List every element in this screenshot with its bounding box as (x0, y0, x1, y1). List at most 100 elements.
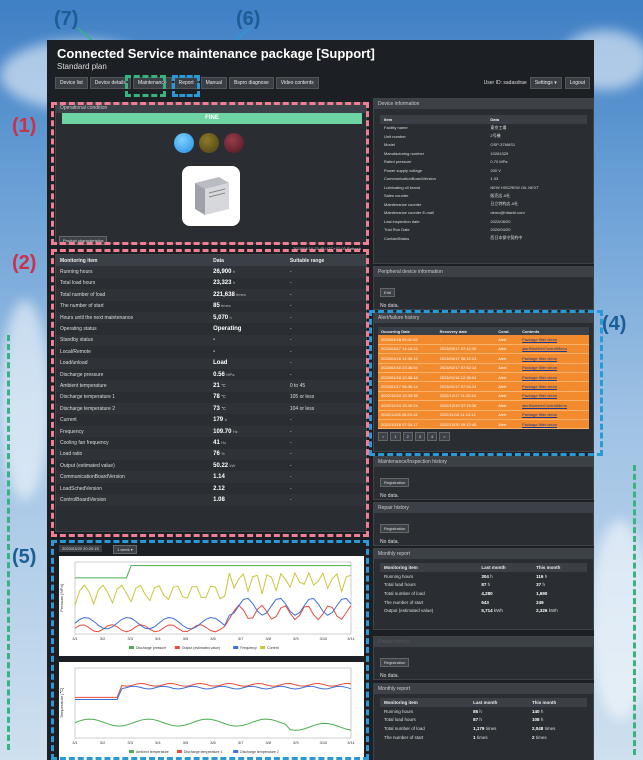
edit-button[interactable]: Edit (380, 288, 395, 297)
this-month: 249 (532, 598, 587, 607)
no-data-text: No data. (380, 539, 399, 545)
device-item: Lubricating oil brand (384, 184, 421, 190)
device-value: 2022/08/20 (490, 218, 511, 224)
column-header: Item (380, 115, 487, 124)
table-row: The number of start 643 249 (380, 598, 587, 607)
device-item: Maintenance counter (384, 201, 422, 207)
device-value: 200 V (490, 167, 501, 173)
table-row: Total number of load 1,179 times 2,048 tim… (380, 724, 587, 733)
device-item: ContactStatus (384, 235, 410, 241)
device-value: 東京工場 (490, 124, 507, 130)
repair-history-panel: Repair history Registration No data. (373, 502, 594, 546)
highlight-frame-2 (51, 249, 369, 537)
value: 304 (481, 573, 489, 579)
maintenance-history-panel: Maintenance/Inspection history Registrat… (373, 456, 594, 500)
value: 1 (473, 734, 476, 740)
device-item: Manufacturing number (384, 150, 425, 156)
device-information-table: Item Data Facility name 東京工場 Unit number 2号… (380, 115, 587, 243)
registration-button[interactable]: Registration (380, 658, 410, 667)
device-value: 販売店 A社 (490, 192, 511, 198)
last-month: 643 (477, 598, 532, 607)
no-data-text: No data. (380, 303, 399, 309)
tab-device-list[interactable]: Device list (55, 77, 88, 89)
table-row: Manufacturing number 10261329 (380, 149, 587, 158)
device-value: 2020/04/20 (490, 227, 511, 233)
device-value: OSP-37M6S1 (490, 142, 516, 148)
monthly-report-panel: Monthly report Monitoring item Last mont… (373, 548, 594, 630)
callout-4: (4) (602, 313, 627, 335)
tab-video-contents[interactable]: Video contents (275, 77, 319, 89)
value: 87 (473, 717, 479, 723)
panel-header: Maintenance/Inspection history (374, 457, 593, 467)
panel-header: Device information (374, 99, 593, 109)
registration-button[interactable]: Registration (380, 478, 410, 487)
table-row: Output (estimated value) 5,714 kWh 2,326 k… (380, 606, 587, 615)
repair-history-panel-duplicate: Repair history Registration No data. (373, 636, 594, 680)
device-information-panel: Device information Item Data Facility na… (373, 98, 594, 264)
plan-label: Standard plan (57, 62, 107, 71)
user-id-label: User ID: sadasdrae (483, 80, 527, 86)
monthly-report-panel: Monthly report Monitoring item Last mont… (373, 683, 594, 760)
value: 1,690 (536, 590, 548, 596)
this-month: 1,690 (532, 589, 587, 598)
last-month: 1 times (469, 733, 528, 742)
report-item: Running hours (384, 573, 414, 579)
logout-button[interactable]: Logout (564, 77, 590, 89)
highlight-frame-4 (369, 310, 603, 456)
highlight-frame-6 (172, 75, 200, 97)
column-header: Monitoring item (380, 563, 478, 572)
highlight-frame-1 (51, 102, 369, 245)
value: 249 (536, 599, 544, 605)
table-row: Running hours 85 h 140 h (380, 707, 587, 716)
panel-header: Monthly report (374, 684, 593, 694)
device-value: 西日本保守契約中 (490, 235, 523, 241)
table-row: Total number of load 4,280 1,690 (380, 589, 587, 598)
device-item: Power supply voltage (384, 167, 423, 173)
user-bar: User ID: sadasdrae Settings ▾ Logout (484, 77, 590, 89)
value: 2 (532, 734, 535, 740)
device-value: 1.03 (490, 176, 499, 182)
table-row: Model OSP-37M6S1 (380, 141, 587, 150)
column-header: Last month (469, 698, 529, 707)
tab-bspro-diagnose[interactable]: Bspro diagnose (229, 77, 274, 89)
last-month: 5,714 kWh (477, 606, 532, 615)
column-header: This month (528, 698, 587, 707)
callout-2: (2) (12, 252, 37, 274)
this-month: 2,326 kWh (532, 606, 587, 615)
monthly-report-table: Monitoring item Last month This month Ru… (380, 698, 587, 741)
column-header: Last month (477, 563, 533, 572)
unit: times (485, 725, 497, 731)
unit: kWh (493, 608, 503, 614)
table-row: Total load hours 87 h 37 h (380, 580, 587, 589)
this-month: 108 h (528, 715, 587, 724)
value: 5,714 (481, 608, 493, 614)
monthly-report-table: Monitoring item Last month This month Ru… (380, 563, 587, 615)
unit: h (544, 573, 548, 579)
report-item: The number of start (384, 734, 424, 740)
column-header: This month (532, 563, 587, 572)
tab-manual[interactable]: Manual (200, 77, 227, 89)
table-row: Rated pressure 0.70 MPa (380, 158, 587, 167)
peripheral-device-panel: Peripheral device information Edit No da… (373, 266, 594, 310)
table-row: ContactStatus 西日本保守契約中 (380, 234, 587, 243)
no-data-text: No data. (380, 673, 399, 679)
table-row: Unit number 2号機 (380, 132, 587, 141)
this-month: 140 h (528, 707, 587, 716)
value: 2,326 (536, 608, 548, 614)
this-month: 2,048 times (528, 724, 587, 733)
device-item: Rated pressure (384, 159, 412, 165)
panel-header: Peripheral device information (374, 267, 593, 277)
value: 4,280 (481, 590, 493, 596)
device-value: 日立特約店 A社 (490, 201, 519, 207)
value: 37 (536, 582, 542, 588)
report-item: The number of start (384, 599, 424, 605)
this-month: 2 times (528, 733, 587, 742)
unit: h (540, 717, 544, 723)
settings-button[interactable]: Settings ▾ (529, 77, 562, 89)
report-item: Output (estimated value) (384, 608, 434, 614)
device-item: Last inspection date (384, 218, 420, 224)
registration-button[interactable]: Registration (380, 524, 410, 533)
green-dashed-line (633, 465, 636, 755)
table-row: Total load hours 87 h 108 h (380, 715, 587, 724)
table-row: Running hours 304 h 116 h (380, 572, 587, 581)
